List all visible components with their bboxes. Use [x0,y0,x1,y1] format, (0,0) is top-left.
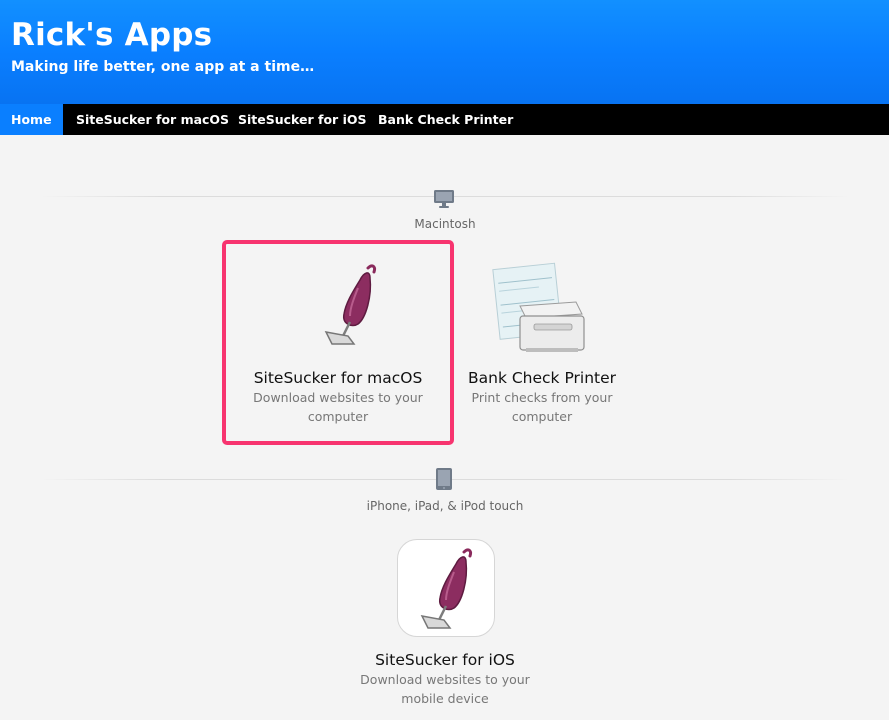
app-card-sitesucker-macos[interactable]: SiteSucker for macOS Download websites t… [226,244,450,441]
site-title[interactable]: Rick's Apps [11,17,212,53]
app-name[interactable]: Bank Check Printer [422,369,662,387]
check-printer-icon [492,262,585,352]
app-name[interactable]: SiteSucker for iOS [325,651,565,669]
vacuum-cleaner-icon [420,548,472,629]
desktop-monitor-icon [434,190,454,208]
app-card-bank-check-printer[interactable]: Bank Check Printer Print checks from you… [462,244,622,441]
nav-item-sitesucker-macos[interactable]: SiteSucker for macOS [76,104,229,135]
section-label-macintosh: Macintosh [414,217,476,231]
app-description-line-1: Download websites to your [253,390,423,405]
site-subtitle: Making life better, one app at a time… [11,59,315,75]
app-icon-tile[interactable] [397,539,495,637]
ipad-device-icon [436,468,452,490]
app-description-line-2: computer [307,409,369,424]
app-description-line-2: computer [511,409,573,424]
section-label-ios: iPhone, iPad, & iPod touch [366,499,524,513]
app-description-line-2: mobile device [401,691,489,706]
app-description-line-1: Download websites to your [360,672,530,687]
vacuum-cleaner-icon [324,264,376,345]
app-description-line-1: Print checks from your [471,390,613,405]
nav-item-sitesucker-ios[interactable]: SiteSucker for iOS [238,104,366,135]
nav-item-home[interactable]: Home [0,104,63,135]
nav-item-bank-check-printer[interactable]: Bank Check Printer [378,104,513,135]
main-nav: Home SiteSucker for macOS SiteSucker for… [0,104,889,135]
site-header: Rick's Apps Making life better, one app … [0,0,889,104]
